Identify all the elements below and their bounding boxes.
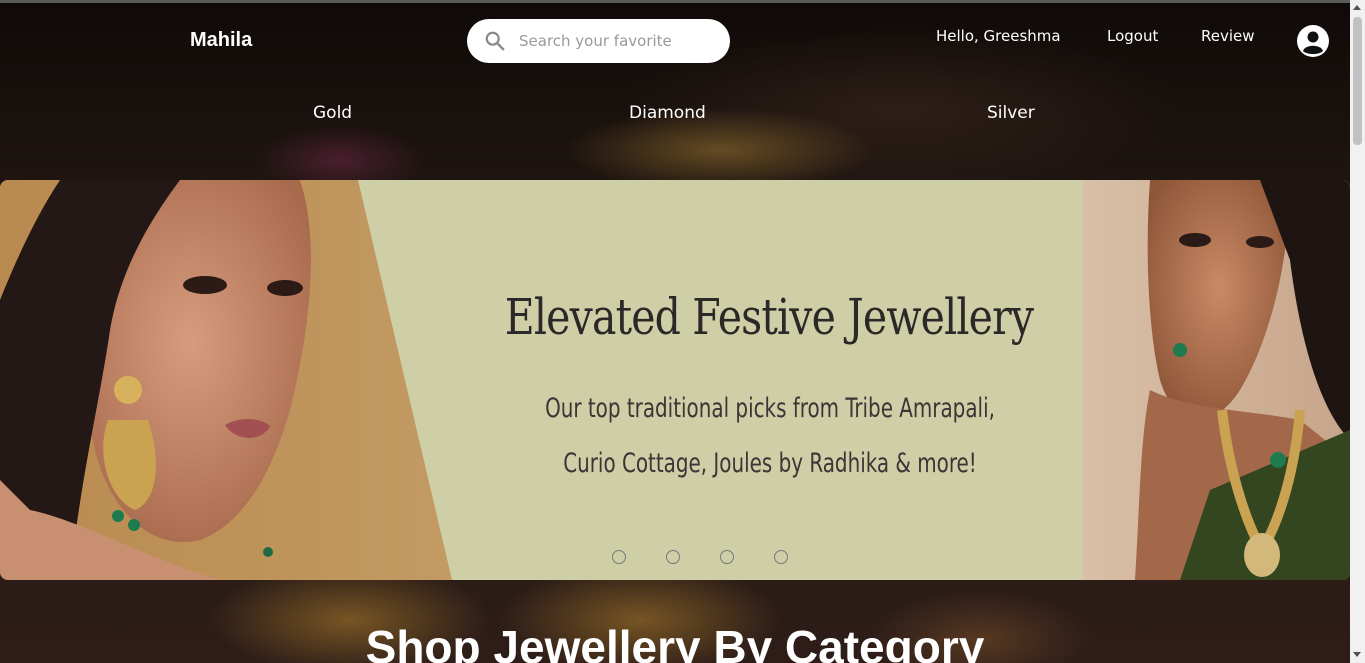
banner-subtitle-line2: Curio Cottage, Joules by Radhika & more! xyxy=(563,448,977,479)
scroll-up-arrow-icon[interactable] xyxy=(1353,5,1361,10)
banner-subtitle-line1: Our top traditional picks from Tribe Amr… xyxy=(545,393,995,424)
review-link[interactable]: Review xyxy=(1201,27,1255,45)
section-title: Shop Jewellery By Category xyxy=(365,621,985,663)
user-circle-icon[interactable] xyxy=(1296,24,1330,58)
search-input[interactable] xyxy=(519,29,719,53)
scroll-down-arrow-icon[interactable] xyxy=(1353,652,1361,657)
top-border xyxy=(0,0,1350,3)
category-diamond[interactable]: Diamond xyxy=(629,103,706,123)
hero-banner[interactable]: Elevated Festive Jewellery Our top tradi… xyxy=(0,180,1350,580)
category-silver[interactable]: Silver xyxy=(987,103,1035,123)
category-gold[interactable]: Gold xyxy=(313,103,352,123)
carousel-dot-2[interactable] xyxy=(666,550,680,564)
logout-link[interactable]: Logout xyxy=(1107,27,1158,45)
banner-artwork xyxy=(0,180,1350,580)
banner-title: Elevated Festive Jewellery xyxy=(504,288,1034,346)
carousel-dot-1[interactable] xyxy=(612,550,626,564)
search-icon xyxy=(485,31,505,51)
search-bar[interactable] xyxy=(467,19,730,63)
scroll-thumb[interactable] xyxy=(1353,17,1362,145)
brand-logo[interactable]: Mahila xyxy=(190,29,252,52)
page-scrollbar[interactable] xyxy=(1350,0,1365,663)
carousel-dot-3[interactable] xyxy=(720,550,734,564)
greeting-link[interactable]: Hello, Greeshma xyxy=(936,27,1061,45)
carousel-dot-4[interactable] xyxy=(774,550,788,564)
